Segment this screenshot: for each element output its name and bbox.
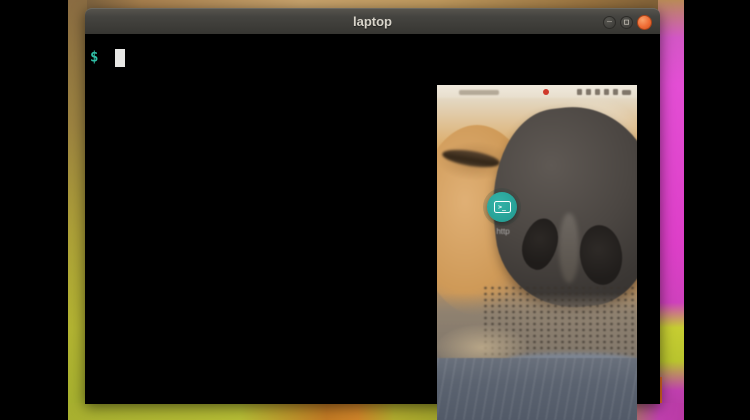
terminal-cursor — [115, 49, 125, 67]
prompt-glyph: >_ — [498, 204, 506, 210]
terminal-bubble-button[interactable]: >_ — [487, 192, 517, 222]
bubble-label: http — [475, 227, 531, 236]
window-title: laptop — [85, 14, 660, 29]
signal-icon — [613, 89, 618, 95]
minimize-icon: ─ — [607, 19, 612, 26]
denim-texture — [437, 358, 637, 420]
maximize-button[interactable]: ◻ — [620, 16, 633, 29]
dog-nose-bridge — [559, 213, 579, 283]
dog-video-overlay: >_ http — [437, 85, 637, 420]
shell-prompt: $ — [90, 50, 98, 66]
cast-icon — [577, 89, 582, 95]
wallpaper-right-strip — [658, 0, 684, 420]
phone-status-bar — [437, 85, 637, 99]
vibrate-icon — [595, 89, 600, 95]
titlebar[interactable]: laptop ─ ◻ — [85, 8, 660, 34]
record-dot-icon — [543, 89, 549, 95]
battery-icon — [622, 90, 631, 95]
status-right-icons — [577, 89, 631, 95]
terminal-screen-icon: >_ — [494, 201, 511, 213]
close-button[interactable] — [637, 15, 652, 30]
screen: laptop ─ ◻ $ — [0, 0, 750, 420]
wifi-icon — [604, 89, 609, 95]
dog-photo — [437, 85, 637, 420]
maximize-icon: ◻ — [624, 19, 630, 26]
window-controls: ─ ◻ — [603, 15, 652, 30]
status-left-text — [459, 90, 499, 95]
minimize-button[interactable]: ─ — [603, 16, 616, 29]
notification-icon — [586, 89, 591, 95]
